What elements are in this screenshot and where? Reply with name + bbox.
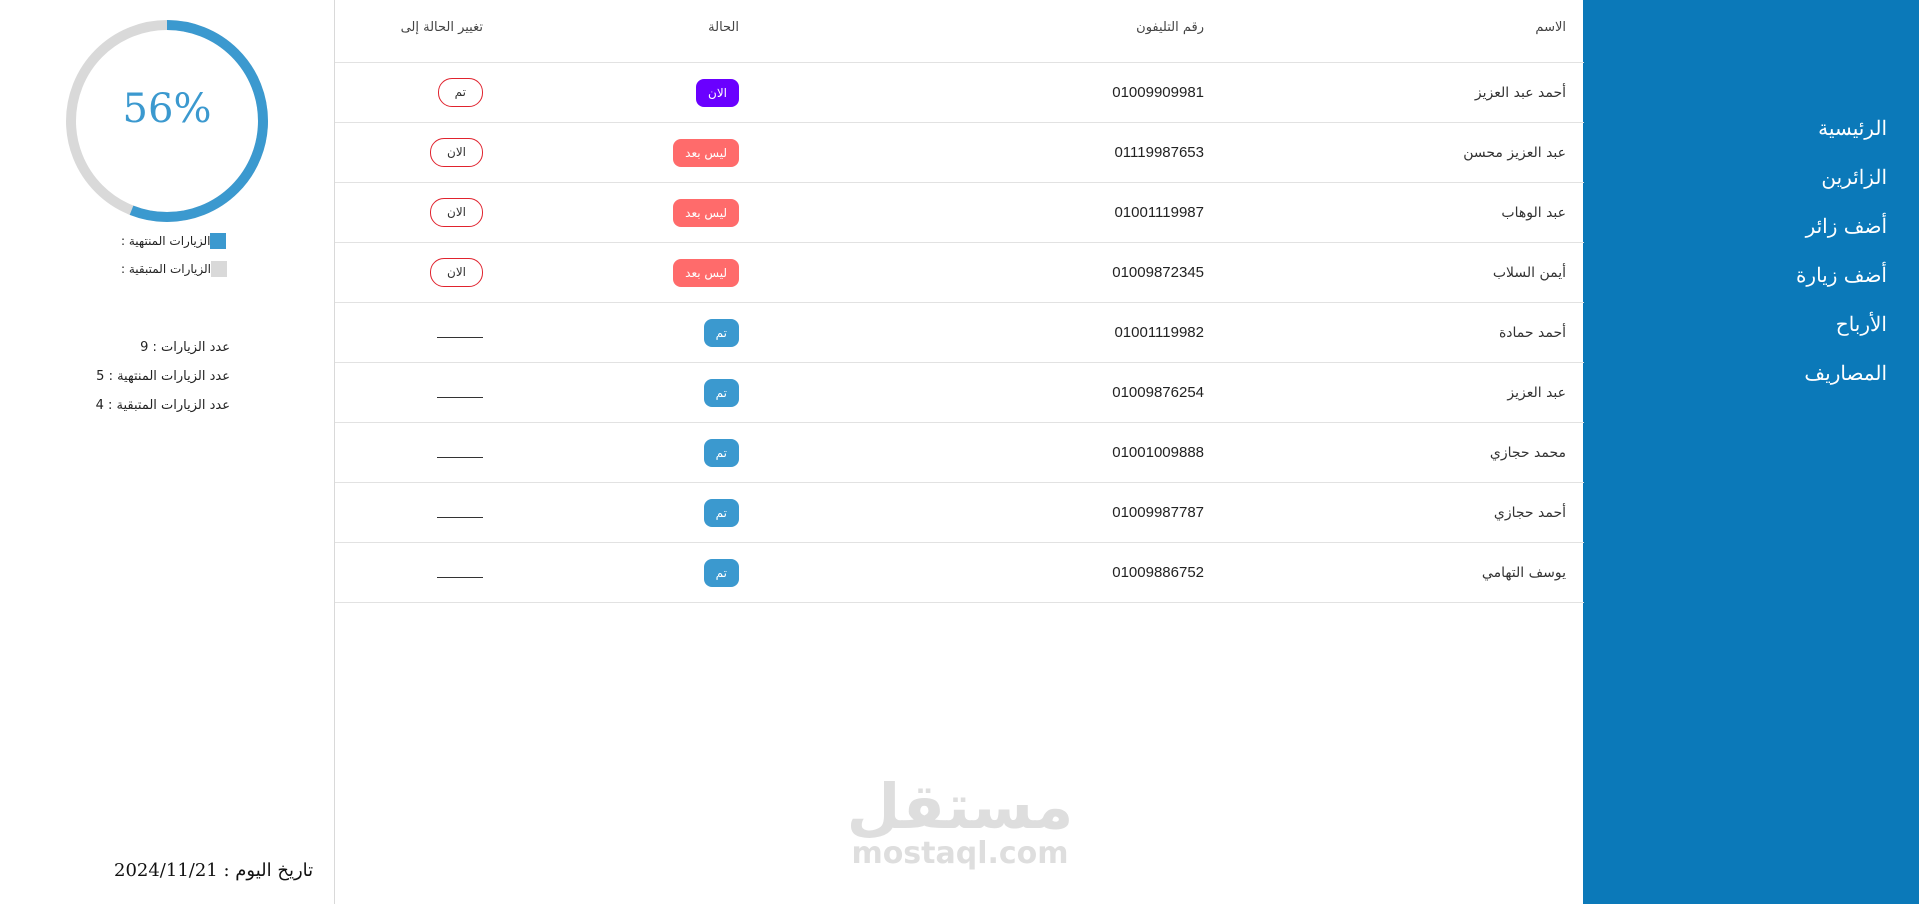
status-badge: ليس بعد: [673, 258, 739, 287]
visitor-phone: 01001009888: [1112, 444, 1204, 461]
status-badge: تم: [703, 558, 739, 587]
status-cell: تم: [703, 423, 739, 482]
legend-remaining-label: الزيارات المتبقية :: [121, 262, 211, 276]
legend-remaining-swatch: [211, 261, 227, 277]
table-body: أحمد عبد العزيز 01009909981 الان تم عبد العز…: [335, 63, 1584, 603]
legend-remaining: الزيارات المتبقية :: [114, 261, 227, 277]
change-status-button[interactable]: الان: [430, 258, 483, 287]
status-badge: تم: [703, 498, 739, 527]
visitor-name: أحمد حجازي: [1493, 504, 1566, 521]
change-status-cell: [437, 423, 483, 482]
status-badge: ليس بعد: [673, 138, 739, 167]
status-badge: تم: [703, 378, 739, 407]
change-status-cell: الان: [430, 123, 483, 182]
table-row: عبد الوهاب 01001119987 ليس بعد الان: [335, 183, 1584, 243]
status-cell: ليس بعد: [673, 123, 739, 182]
visitor-phone: 01009872345: [1112, 264, 1204, 281]
nav-item-expenses[interactable]: المصاريف: [1796, 349, 1887, 398]
table-row: أحمد حجازي 01009987787 تم: [335, 483, 1584, 543]
status-cell: ليس بعد: [673, 183, 739, 242]
nav-item-add-visit[interactable]: أضف زيارة: [1796, 251, 1887, 300]
visitor-phone: 01009876254: [1112, 384, 1204, 401]
table-row: محمد حجازي 01001009888 تم: [335, 423, 1584, 483]
nav-item-add-visitor[interactable]: أضف زائر: [1796, 202, 1887, 251]
visit-stats: عدد الزيارات : 9 عدد الزيارات المنتهية :…: [80, 333, 230, 420]
visitor-phone: 01001119987: [1114, 204, 1204, 221]
change-status-button[interactable]: الان: [430, 138, 483, 167]
status-cell: تم: [703, 303, 739, 362]
visitor-name: محمد حجازي: [1489, 444, 1566, 461]
visitor-name: عبد العزيز محسن: [1463, 144, 1566, 161]
status-badge: تم: [703, 318, 739, 347]
table-row: أحمد حمادة 01001119982 تم: [335, 303, 1584, 363]
change-status-cell: [437, 483, 483, 542]
visits-table: الاسم رقم التليفون الحالة تغيير الحالة إ…: [334, 0, 1584, 904]
nav-item-visitors[interactable]: الزائرين: [1796, 153, 1887, 202]
change-status-cell: [437, 363, 483, 422]
sidebar-nav: الرئيسية الزائرين أضف زائر أضف زيارة الأ…: [1796, 104, 1887, 398]
status-badge: تم: [703, 438, 739, 467]
legend-done: الزيارات المنتهية :: [114, 233, 227, 249]
change-status-button[interactable]: الان: [430, 198, 483, 227]
visitor-phone: 01009886752: [1112, 564, 1204, 581]
no-action-dash: [437, 447, 483, 458]
visitor-phone: 01009987787: [1112, 504, 1204, 521]
table-row: أحمد عبد العزيز 01009909981 الان تم: [335, 63, 1584, 123]
no-action-dash: [437, 567, 483, 578]
status-cell: تم: [703, 483, 739, 542]
visitor-name: أيمن السلاب: [1492, 264, 1566, 281]
table-row: عبد العزيز محسن 01119987653 ليس بعد الان: [335, 123, 1584, 183]
progress-percentage: 56%: [122, 86, 212, 132]
change-status-cell: تم: [437, 63, 483, 122]
visitor-name: أحمد حمادة: [1498, 324, 1566, 341]
status-badge: الان: [696, 78, 739, 107]
table-header: الاسم رقم التليفون الحالة تغيير الحالة إ…: [335, 0, 1584, 63]
status-badge: ليس بعد: [673, 198, 739, 227]
change-status-button[interactable]: تم: [437, 78, 483, 107]
watermark-arabic: مستقل: [846, 770, 1074, 843]
table-row: يوسف التهامي 01009886752 تم: [335, 543, 1584, 603]
legend-done-label: الزيارات المنتهية :: [121, 234, 211, 248]
stat-total-visits: عدد الزيارات : 9: [140, 340, 230, 355]
today-date: تاريخ اليوم : 2024/11/21: [114, 860, 314, 881]
legend-done-swatch: [210, 233, 227, 249]
no-action-dash: [437, 327, 483, 338]
no-action-dash: [437, 507, 483, 518]
visitor-phone: 01009909981: [1112, 84, 1204, 101]
watermark-url: mostaql.com: [851, 836, 1069, 871]
visitor-name: عبد الوهاب: [1501, 204, 1566, 221]
status-cell: الان: [696, 63, 739, 122]
change-status-cell: [437, 543, 483, 602]
status-cell: تم: [703, 543, 739, 602]
change-status-cell: الان: [430, 243, 483, 302]
change-status-cell: الان: [430, 183, 483, 242]
no-action-dash: [437, 387, 483, 398]
stat-done-visits: عدد الزيارات المنتهية : 5: [96, 369, 230, 384]
sidebar: الرئيسية الزائرين أضف زائر أضف زيارة الأ…: [1583, 0, 1919, 904]
visitor-phone: 01119987653: [1114, 144, 1204, 161]
nav-item-home[interactable]: الرئيسية: [1796, 104, 1887, 153]
visitor-name: عبد العزيز: [1507, 384, 1566, 401]
watermark: مستقل mostaql.com: [842, 775, 1078, 869]
stat-remaining-visits: عدد الزيارات المتبقية : 4: [95, 398, 230, 413]
table-row: أيمن السلاب 01009872345 ليس بعد الان: [335, 243, 1584, 303]
visitor-name: يوسف التهامي: [1481, 564, 1566, 581]
table-row: عبد العزيز 01009876254 تم: [335, 363, 1584, 423]
status-cell: ليس بعد: [673, 243, 739, 302]
status-cell: تم: [703, 363, 739, 422]
nav-item-profits[interactable]: الأرباح: [1796, 300, 1887, 349]
visitor-name: أحمد عبد العزيز: [1474, 84, 1566, 101]
change-status-cell: [437, 303, 483, 362]
visitor-phone: 01001119982: [1114, 324, 1204, 341]
